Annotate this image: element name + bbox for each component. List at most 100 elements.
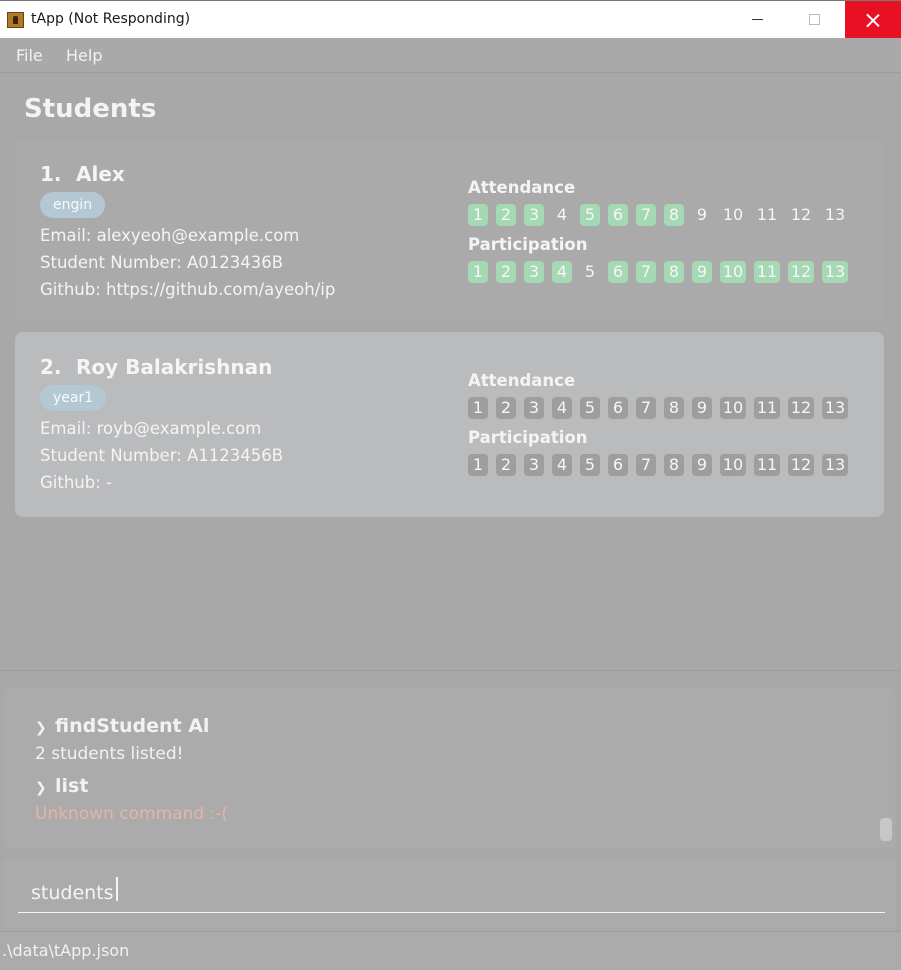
- menu-help[interactable]: Help: [66, 46, 102, 65]
- attendance-week-badge: 5: [580, 397, 600, 419]
- menu-file[interactable]: File: [16, 46, 43, 65]
- participation-week-badge: 12: [788, 454, 814, 476]
- student-index: 2.: [40, 355, 62, 379]
- scrollbar-thumb[interactable]: [880, 818, 892, 841]
- participation-week-badge: 13: [822, 454, 848, 476]
- maximize-button[interactable]: [786, 1, 842, 38]
- attendance-week-badge: 6: [608, 397, 628, 419]
- command-box: [3, 860, 896, 928]
- participation-week-badge: 3: [524, 261, 544, 283]
- participation-week-badge: 11: [754, 261, 780, 283]
- attendance-weeks: 1 2 3 4 5 6 7 8 9 10 11 12 13: [468, 204, 856, 226]
- attendance-week-badge: 3: [524, 204, 544, 226]
- student-name-text: Roy Balakrishnan: [76, 355, 273, 379]
- participation-week-badge: 6: [608, 454, 628, 476]
- attendance-week-badge: 10: [720, 397, 746, 419]
- attendance-weeks: 1 2 3 4 5 6 7 8 9 10 11 12 13: [468, 397, 856, 419]
- participation-week-badge: 10: [720, 261, 746, 283]
- student-tag: engin: [40, 192, 106, 218]
- error-message: Unknown command :-(: [35, 804, 229, 824]
- result-display[interactable]: ❯ findStudent Al 2 students listed! ❯ list…: [5, 688, 895, 848]
- attendance-week-badge: 8: [664, 204, 684, 226]
- attendance-week-badge: 5: [580, 204, 600, 226]
- attendance-week-badge: 1: [468, 397, 488, 419]
- command-input[interactable]: [18, 873, 885, 913]
- student-number: Student Number: A0123436B: [40, 253, 284, 272]
- participation-week-badge: 1: [468, 454, 488, 476]
- participation-week-badge: 6: [608, 261, 628, 283]
- attendance-week-badge: 7: [636, 204, 656, 226]
- student-index: 1.: [40, 162, 62, 186]
- attendance-week-badge: 3: [524, 397, 544, 419]
- attendance-week-badge: 11: [754, 397, 780, 419]
- participation-week-badge: 5: [584, 262, 596, 281]
- attendance-week-badge: 8: [664, 397, 684, 419]
- participation-week-badge: 8: [664, 261, 684, 283]
- participation-label: Participation: [468, 428, 588, 447]
- app-icon: [7, 12, 24, 28]
- student-number: Student Number: A1123456B: [40, 446, 284, 465]
- participation-week-badge: 7: [636, 454, 656, 476]
- participation-week-badge: 7: [636, 261, 656, 283]
- participation-week-badge: 11: [754, 454, 780, 476]
- command-echo: ❯ findStudent Al: [35, 715, 209, 737]
- student-name: 1. Alex: [40, 162, 125, 186]
- participation-label: Participation: [468, 235, 588, 254]
- participation-week-badge: 12: [788, 261, 814, 283]
- command-echo-text: findStudent Al: [55, 715, 210, 737]
- participation-week-badge: 9: [692, 261, 712, 283]
- attendance-week-badge: 4: [556, 205, 568, 224]
- attendance-week-badge: 9: [692, 397, 712, 419]
- participation-week-badge: 3: [524, 454, 544, 476]
- participation-weeks: 1 2 3 4 5 6 7 8 9 10 11 12 13: [468, 454, 856, 476]
- attendance-week-badge: 2: [496, 397, 516, 419]
- attendance-week-badge: 6: [608, 204, 628, 226]
- menu-bar: File Help: [0, 38, 901, 73]
- participation-week-badge: 9: [692, 454, 712, 476]
- minimize-button[interactable]: [729, 1, 785, 38]
- student-card[interactable]: 1. Alex engin Email: alexyeoh@example.com…: [15, 140, 884, 322]
- student-github: Github: https://github.com/ayeoh/ip: [40, 280, 336, 299]
- attendance-week-badge: 10: [722, 205, 744, 224]
- window-title: tApp (Not Responding): [31, 11, 191, 27]
- chevron-right-icon: ❯: [35, 720, 47, 736]
- participation-week-badge: 2: [496, 261, 516, 283]
- participation-week-badge: 4: [552, 261, 572, 283]
- attendance-week-badge: 12: [788, 397, 814, 419]
- command-echo-text: list: [55, 775, 89, 797]
- attendance-week-badge: 11: [756, 205, 778, 224]
- title-bar: tApp (Not Responding): [0, 0, 901, 38]
- participation-week-badge: 13: [822, 261, 848, 283]
- student-github: Github: -: [40, 473, 112, 492]
- participation-week-badge: 8: [664, 454, 684, 476]
- participation-week-badge: 10: [720, 454, 746, 476]
- maximize-icon: [808, 14, 820, 25]
- attendance-week-badge: 13: [822, 397, 848, 419]
- students-title: Students: [24, 94, 157, 124]
- attendance-week-badge: 7: [636, 397, 656, 419]
- chevron-right-icon: ❯: [35, 780, 47, 796]
- student-card[interactable]: 2. Roy Balakrishnan year1 Email: royb@exa…: [15, 332, 884, 517]
- attendance-label: Attendance: [468, 178, 576, 197]
- student-email: Email: royb@example.com: [40, 419, 262, 438]
- student-name-text: Alex: [76, 162, 125, 186]
- participation-week-badge: 1: [468, 261, 488, 283]
- close-button[interactable]: [845, 1, 901, 38]
- participation-week-badge: 5: [580, 454, 600, 476]
- result-message: 2 students listed!: [35, 744, 184, 764]
- student-email: Email: alexyeoh@example.com: [40, 226, 300, 245]
- data-file-path: .\data\tApp.json: [2, 941, 130, 960]
- attendance-week-badge: 1: [468, 204, 488, 226]
- minimize-icon: [751, 19, 763, 20]
- close-icon: [866, 13, 880, 27]
- attendance-week-badge: 13: [824, 205, 846, 224]
- attendance-week-badge: 12: [790, 205, 812, 224]
- attendance-week-badge: 9: [696, 205, 708, 224]
- attendance-label: Attendance: [468, 371, 576, 390]
- participation-weeks: 1 2 3 4 5 6 7 8 9 10 11 12 13: [468, 261, 856, 283]
- attendance-week-badge: 2: [496, 204, 516, 226]
- command-echo: ❯ list: [35, 775, 88, 797]
- divider: [0, 670, 901, 671]
- student-name: 2. Roy Balakrishnan: [40, 355, 272, 379]
- text-caret: [116, 877, 118, 901]
